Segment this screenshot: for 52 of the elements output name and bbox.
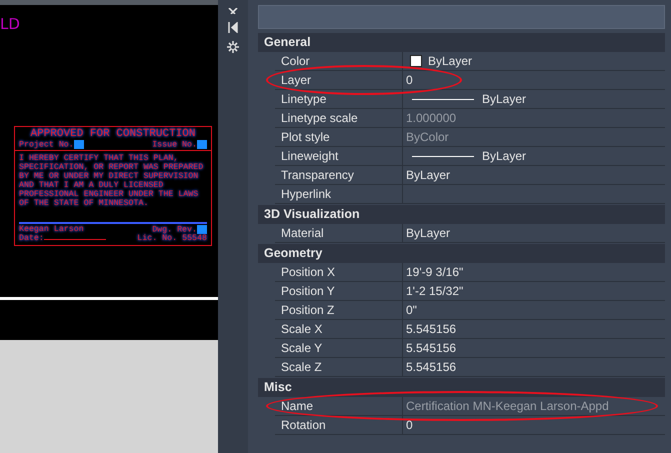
date-line xyxy=(44,239,106,240)
section-header[interactable]: Misc xyxy=(258,378,665,397)
property-value[interactable]: 1'-2 15/32" xyxy=(406,284,464,298)
property-label: Linetype scale xyxy=(275,109,403,127)
property-label: Rotation xyxy=(275,416,403,434)
settings-icon[interactable] xyxy=(227,41,239,53)
property-value[interactable]: ByLayer xyxy=(428,54,472,68)
stamp-title: APPROVED FOR CONSTRUCTION xyxy=(30,128,196,140)
property-value[interactable]: ByLayer xyxy=(406,226,450,240)
signer-name: Keegan Larson xyxy=(19,225,84,234)
property-label: Material xyxy=(275,224,403,242)
property-label: Scale X xyxy=(275,320,403,338)
property-label: Position Z xyxy=(275,301,403,319)
property-label: Plot style xyxy=(275,128,403,146)
grip-marker xyxy=(74,140,84,149)
property-value[interactable]: 0" xyxy=(406,303,417,317)
project-label: Project No. xyxy=(19,140,74,150)
property-label: Position Y xyxy=(275,282,403,300)
section-header[interactable]: Geometry xyxy=(258,244,665,263)
property-label: Color xyxy=(275,52,403,70)
property-label: Transparency xyxy=(275,166,403,184)
property-value[interactable]: ByLayer xyxy=(406,168,450,182)
property-label: Layer xyxy=(275,71,403,89)
property-value[interactable]: 19'-9 3/16" xyxy=(406,265,464,279)
section-header[interactable]: General xyxy=(258,33,665,52)
property-value[interactable]: 0 xyxy=(406,73,413,87)
property-value[interactable]: 5.545156 xyxy=(406,322,456,336)
property-label: Lineweight xyxy=(275,147,403,165)
property-label: Name xyxy=(275,397,403,415)
grip-marker xyxy=(197,224,207,234)
search-field[interactable] xyxy=(258,5,665,29)
section-header[interactable]: 3D Visualization xyxy=(258,205,665,224)
certification-text: I HEREBY CERTIFY THAT THIS PLAN, SPECIFICATION, OR REPORT WAS PREPARED BY ME OR UNDER MY DIRECT SUPERVISION AND THAT I AM A DULY LICENSED PROFESSIONAL ENGINEER UNDER THE LAWS OF THE STATE OF MINNESOTA. xyxy=(18,152,204,210)
grip-marker xyxy=(197,140,207,149)
drawing-text: LD xyxy=(0,15,20,33)
property-label: Hyperlink xyxy=(275,185,403,203)
property-label: Position X xyxy=(275,263,403,281)
line-sample xyxy=(412,98,474,100)
date-label: Date: xyxy=(19,234,44,244)
revision-label: Dwg. Rev. xyxy=(152,225,197,234)
property-value[interactable]: 5.545156 xyxy=(406,360,456,374)
close-icon[interactable] xyxy=(228,8,238,14)
property-value[interactable]: 5.545156 xyxy=(406,341,456,355)
property-label: Linetype xyxy=(275,90,403,108)
license-number: Lic. No. 55548 xyxy=(137,234,207,244)
color-swatch xyxy=(410,55,422,67)
property-value[interactable]: ByLayer xyxy=(482,149,526,163)
property-value[interactable]: ByLayer xyxy=(482,92,526,106)
property-label: Scale Z xyxy=(275,358,403,376)
property-value[interactable]: 0 xyxy=(406,418,413,432)
issue-label: Issue No. xyxy=(152,140,197,150)
property-label: Scale Y xyxy=(275,339,403,357)
